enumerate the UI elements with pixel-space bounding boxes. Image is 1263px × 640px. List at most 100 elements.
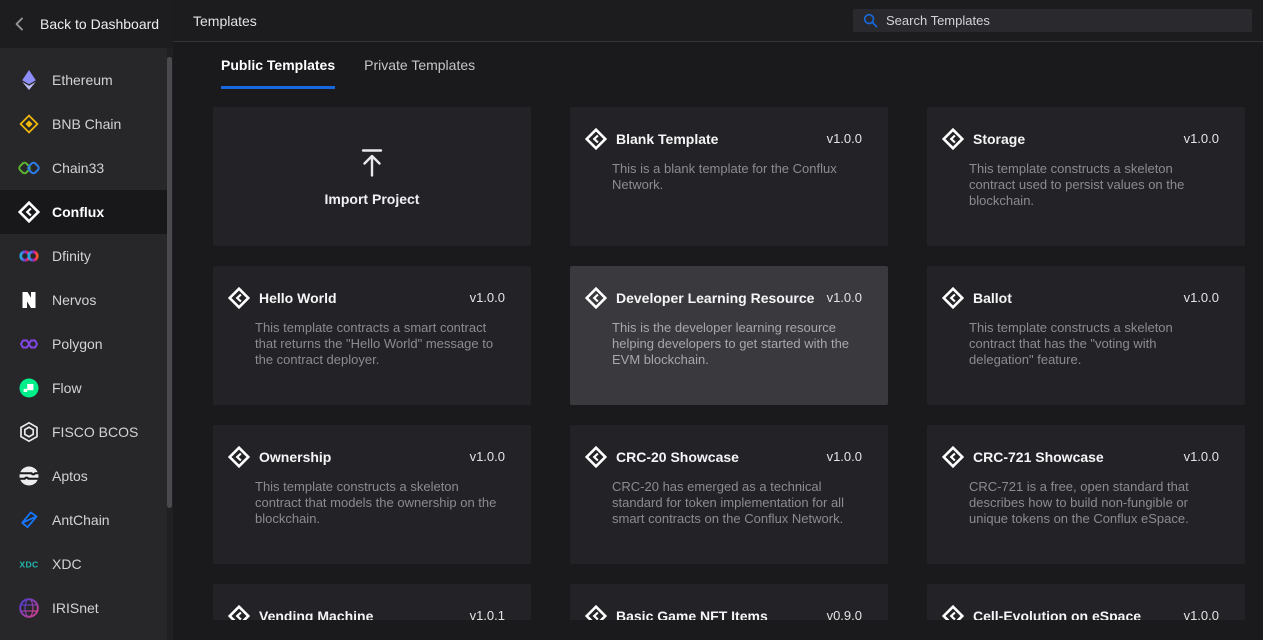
template-card-basic-game-nft-items[interactable]: Basic Game NFT Items v0.9.0: [570, 584, 888, 620]
card-version: v1.0.0: [827, 449, 862, 464]
flow-icon: [18, 377, 40, 399]
tab-private-templates[interactable]: Private Templates: [364, 55, 475, 89]
sidebar-item-xdc[interactable]: XDC XDC: [0, 542, 167, 586]
template-tabs: Public Templates Private Templates: [221, 55, 1263, 89]
aptos-icon: [18, 465, 40, 487]
card-version: v1.0.0: [1184, 608, 1219, 620]
card-header: Storagev1.0.0: [927, 107, 1245, 150]
conflux-icon: [941, 604, 964, 620]
sidebar-item-fisco-bcos[interactable]: FISCO BCOS: [0, 410, 167, 454]
template-card-cell-evolution-on-espace[interactable]: Cell-Evolution on eSpace v1.0.0: [927, 584, 1245, 620]
sidebar-item-flow[interactable]: Flow: [0, 366, 167, 410]
sidebar-item-label: BNB Chain: [52, 116, 121, 132]
sidebar-item-dfinity[interactable]: Dfinity: [0, 234, 167, 278]
card-description: This template contracts a smart contract…: [255, 320, 505, 368]
nervos-icon: [18, 289, 40, 311]
import-project-label: Import Project: [325, 191, 420, 207]
card-version: v1.0.0: [1184, 449, 1219, 464]
card-version: v1.0.0: [1184, 290, 1219, 305]
chevron-left-icon: [12, 16, 28, 32]
card-header: Ballotv1.0.0: [927, 266, 1245, 309]
card-version: v0.9.0: [827, 608, 862, 620]
template-card-storage[interactable]: Storagev1.0.0This template constructs a …: [927, 107, 1245, 246]
template-card-ballot[interactable]: Ballotv1.0.0 This template constructs a s…: [927, 266, 1245, 405]
sidebar-item-label: Flow: [52, 380, 82, 396]
template-card-hello-world[interactable]: Hello World v1.0.0 This template contracts…: [213, 266, 531, 405]
card-title: Basic Game NFT Items: [616, 608, 820, 621]
chain33-icon: [18, 157, 40, 179]
conflux-icon: [941, 127, 964, 150]
cards-viewport: Import ProjectBlank Templatev1.0.0This i…: [213, 107, 1245, 620]
card-header: Cell-Evolution on eSpace v1.0.0: [927, 584, 1245, 620]
sidebar-item-label: Chain33: [52, 160, 104, 176]
tab-public-templates[interactable]: Public Templates: [221, 55, 335, 89]
template-card-crc-721-showcase[interactable]: CRC-721 Showcasev1.0.0CRC-721 is a free,…: [927, 425, 1245, 564]
sidebar-item-label: XDC: [52, 556, 82, 572]
sidebar-item-bnb-chain[interactable]: BNB Chain: [0, 102, 167, 146]
card-header: CRC-721 Showcasev1.0.0: [927, 425, 1245, 468]
sidebar-item-nervos[interactable]: Nervos: [0, 278, 167, 322]
card-title: Vending Machine: [259, 608, 463, 621]
template-card-vending-machine[interactable]: Vending Machinev1.0.1: [213, 584, 531, 620]
conflux-icon: [941, 445, 964, 468]
chain-list: Ethereum BNB Chain Chain33 Conflux Dfinity Ne…: [0, 48, 167, 630]
card-header: Hello World v1.0.0: [213, 266, 531, 309]
conflux-icon: [584, 445, 607, 468]
polygon-icon: [18, 333, 40, 355]
template-card-crc-20-showcase[interactable]: CRC-20 Showcase v1.0.0 CRC-20 has emerged …: [570, 425, 888, 564]
bnb-chain-icon: [18, 113, 40, 135]
card-title: Blank Template: [616, 131, 820, 147]
topbar: Templates: [173, 0, 1263, 42]
fisco-bcos-icon: [18, 421, 40, 443]
sidebar-item-label: AntChain: [52, 512, 110, 528]
antchain-icon: [18, 509, 40, 531]
template-card-ownership[interactable]: Ownership v1.0.0 This template constructs …: [213, 425, 531, 564]
sidebar-scrollbar-thumb[interactable]: [167, 57, 172, 508]
template-card-developer-learning-resource[interactable]: Developer Learning Resourcev1.0.0This is…: [570, 266, 888, 405]
sidebar-item-conflux[interactable]: Conflux: [0, 190, 167, 234]
ethereum-icon: [18, 69, 40, 91]
card-title: Cell-Evolution on eSpace: [973, 608, 1177, 621]
svg-text:XDC: XDC: [19, 560, 38, 570]
card-title: Hello World: [259, 290, 463, 306]
sidebar-item-label: Conflux: [52, 204, 104, 220]
import-project-card[interactable]: Import Project: [213, 107, 531, 246]
sidebar-item-label: Ethereum: [52, 72, 113, 88]
card-description: This template constructs a skeleton cont…: [969, 320, 1219, 368]
card-title: CRC-20 Showcase: [616, 449, 820, 465]
card-title: Developer Learning Resource: [616, 290, 820, 306]
conflux-icon: [584, 286, 607, 309]
dfinity-icon: [18, 245, 40, 267]
card-version: v1.0.0: [827, 290, 862, 305]
sidebar-item-label: Aptos: [52, 468, 88, 484]
sidebar-item-label: Polygon: [52, 336, 103, 352]
sidebar-item-polygon[interactable]: Polygon: [0, 322, 167, 366]
card-description: This is a blank template for the Conflux…: [612, 161, 862, 193]
main-area: Templates Public Templates Private Templa…: [173, 0, 1263, 640]
card-header: Vending Machinev1.0.1: [213, 584, 531, 620]
cards-grid: Import ProjectBlank Templatev1.0.0This i…: [213, 107, 1245, 620]
card-version: v1.0.0: [470, 449, 505, 464]
card-version: v1.0.0: [470, 290, 505, 305]
sidebar-item-aptos[interactable]: Aptos: [0, 454, 167, 498]
card-header: Basic Game NFT Items v0.9.0: [570, 584, 888, 620]
irisnet-icon: [18, 597, 40, 619]
sidebar-item-antchain[interactable]: AntChain: [0, 498, 167, 542]
template-card-blank-template[interactable]: Blank Templatev1.0.0This is a blank temp…: [570, 107, 888, 246]
conflux-icon: [227, 604, 250, 620]
back-to-dashboard-button[interactable]: Back to Dashboard: [0, 0, 173, 48]
conflux-icon: [227, 286, 250, 309]
card-title: Ownership: [259, 449, 463, 465]
card-header: Ownership v1.0.0: [213, 425, 531, 468]
card-description: This template constructs a skeleton cont…: [255, 479, 505, 527]
sidebar-item-ethereum[interactable]: Ethereum: [0, 58, 167, 102]
search-input[interactable]: [886, 13, 1244, 28]
conflux-icon: [584, 604, 607, 620]
sidebar-item-chain33[interactable]: Chain33: [0, 146, 167, 190]
conflux-icon: [584, 127, 607, 150]
sidebar-item-irisnet[interactable]: IRISnet: [0, 586, 167, 630]
card-description: CRC-20 has emerged as a technical standa…: [612, 479, 862, 527]
sidebar-item-label: Dfinity: [52, 248, 91, 264]
search-box[interactable]: [853, 9, 1252, 32]
search-icon: [863, 13, 878, 28]
